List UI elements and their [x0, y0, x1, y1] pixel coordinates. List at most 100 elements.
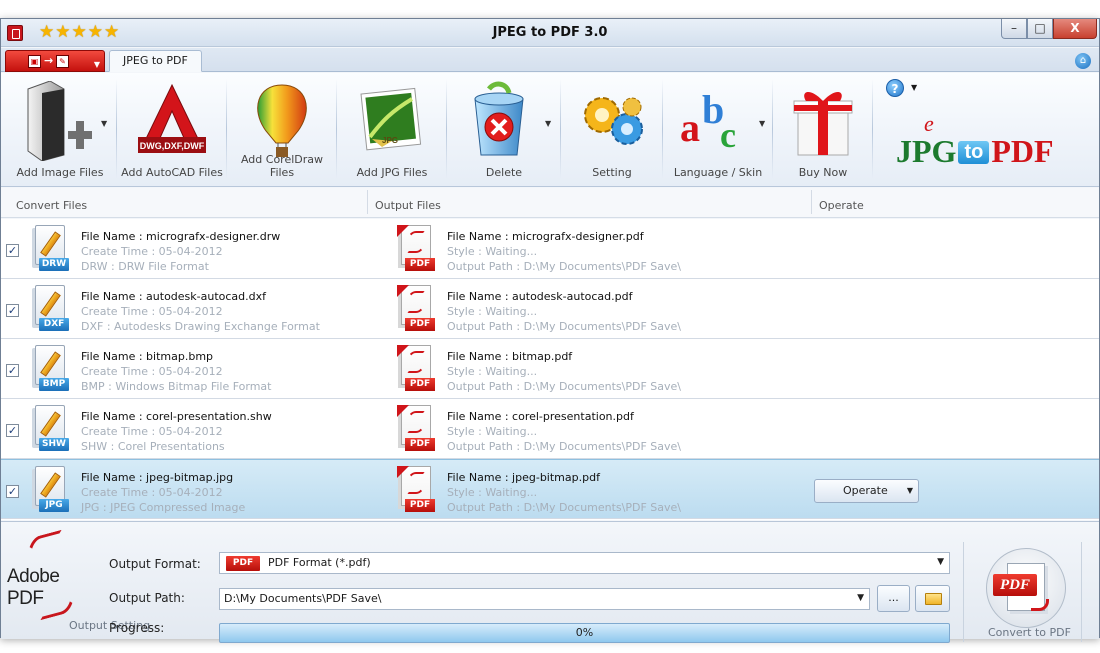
operate-button[interactable]: Operate ▼ — [814, 479, 919, 503]
setting-button[interactable]: Setting — [563, 77, 661, 183]
source-create-time: Create Time : 05-04-2012 — [81, 305, 223, 318]
source-create-time: Create Time : 05-04-2012 — [81, 245, 223, 258]
output-file-info: File Name : corel-presentation.pdf Style… — [447, 409, 681, 454]
toolbar-divider — [560, 79, 561, 179]
column-convert-files[interactable]: Convert Files — [16, 199, 87, 212]
row-checkbox[interactable]: ✓ — [6, 424, 19, 437]
close-button[interactable]: X — [1053, 19, 1097, 39]
output-style: Style : Waiting... — [447, 365, 538, 378]
output-settings-panel: Adobe PDF Output Setting Output Format: … — [1, 521, 1099, 643]
maximize-button[interactable]: □ — [1027, 19, 1053, 39]
output-file-info: File Name : bitmap.pdf Style : Waiting..… — [447, 349, 681, 394]
file-row[interactable]: ✓ DRW File Name : micrografx-designer.dr… — [1, 219, 1099, 279]
file-row-selected[interactable]: ✓ JPG File Name : jpeg-bitmap.jpg Create… — [1, 459, 1099, 519]
open-folder-button[interactable] — [915, 585, 950, 612]
home-icon[interactable]: ⌂ — [1075, 53, 1091, 69]
tab-jpeg-to-pdf[interactable]: JPEG to PDF — [109, 50, 202, 72]
help-icon[interactable]: ? — [886, 79, 904, 97]
convert-to-pdf-button[interactable]: PDF — [986, 548, 1066, 628]
output-file-info: File Name : autodesk-autocad.pdf Style :… — [447, 289, 681, 334]
app-menu-button[interactable]: ▣ → ✎ ▼ — [5, 50, 105, 72]
buy-now-button[interactable]: Buy Now — [775, 77, 871, 183]
source-file-name: File Name : corel-presentation.shw — [81, 410, 272, 423]
output-file-name: File Name : bitmap.pdf — [447, 350, 573, 363]
output-path-select[interactable]: D:\My Documents\PDF Save\ ▼ — [219, 588, 870, 610]
pdf-tag: PDF — [405, 499, 435, 512]
output-file-info: File Name : micrografx-designer.pdf Styl… — [447, 229, 681, 274]
source-file-type: DXF : Autodesks Drawing Exchange Format — [81, 320, 320, 333]
add-jpg-files-button[interactable]: JPG Add JPG Files — [339, 77, 445, 183]
source-file-icon: DXF — [31, 285, 73, 333]
source-create-time: Create Time : 05-04-2012 — [81, 425, 223, 438]
source-file-info: File Name : bitmap.bmp Create Time : 05-… — [81, 349, 272, 394]
output-path-value: D:\My Documents\PDF Save\ — [224, 592, 382, 605]
output-format-select[interactable]: PDF PDF Format (*.pdf) ▼ — [219, 552, 950, 574]
app-window: ★★★★★ JPEG to PDF 3.0 – □ X ▣ → ✎ ▼ JPEG… — [0, 18, 1100, 643]
output-path: Output Path : D:\My Documents\PDF Save\ — [447, 380, 682, 393]
row-checkbox[interactable]: ✓ — [6, 244, 19, 257]
pdf-file-icon: PDF — [397, 466, 439, 514]
chevron-down-icon[interactable]: ▼ — [857, 593, 864, 603]
source-file-name: File Name : autodesk-autocad.dxf — [81, 290, 267, 303]
output-file-name: File Name : autodesk-autocad.pdf — [447, 290, 633, 303]
row-checkbox[interactable]: ✓ — [6, 364, 19, 377]
ribbon-toolbar: ▼ Add Image Files DWG,DXF,DWF Add AutoCA… — [1, 73, 1099, 187]
minimize-button[interactable]: – — [1001, 19, 1027, 39]
logo-pdf: PDF — [991, 133, 1054, 169]
folder-icon — [925, 593, 942, 605]
add-coreldraw-files-button[interactable]: Add CorelDraw Files — [229, 77, 335, 183]
source-file-type: BMP : Windows Bitmap File Format — [81, 380, 272, 393]
source-create-time: Create Time : 05-04-2012 — [81, 365, 223, 378]
chevron-down-icon[interactable]: ▼ — [911, 83, 917, 92]
toolbar-divider — [772, 79, 773, 179]
add-image-files-button[interactable]: ▼ Add Image Files — [9, 77, 111, 183]
column-operate[interactable]: Operate — [819, 199, 864, 212]
language-skin-button[interactable]: a b c ▼ Language / Skin — [665, 77, 771, 183]
chevron-down-icon[interactable]: ▼ — [101, 119, 107, 128]
adobe-logo-text: Adobe PDF — [7, 566, 60, 609]
chevron-down-icon[interactable]: ▼ — [545, 119, 551, 128]
toolbar-divider — [116, 79, 117, 179]
pdf-format-badge: PDF — [226, 556, 260, 571]
output-file-name: File Name : jpeg-bitmap.pdf — [447, 471, 600, 484]
output-file-info: File Name : jpeg-bitmap.pdf Style : Wait… — [447, 470, 681, 515]
file-type-tag: JPG — [39, 499, 69, 512]
toolbar-divider — [662, 79, 663, 179]
source-file-type: JPG : JPEG Compressed Image — [81, 501, 246, 514]
column-divider — [367, 190, 368, 214]
source-file-icon: DRW — [31, 225, 73, 273]
toolbar-label: Setting — [592, 166, 632, 179]
panel-divider — [1081, 542, 1082, 642]
column-output-files[interactable]: Output Files — [375, 199, 441, 212]
source-file-type: SHW : Corel Presentations — [81, 440, 225, 453]
source-file-info: File Name : jpeg-bitmap.jpg Create Time … — [81, 470, 245, 515]
column-divider — [811, 190, 812, 214]
file-row[interactable]: ✓ DXF File Name : autodesk-autocad.dxf C… — [1, 279, 1099, 339]
output-path: Output Path : D:\My Documents\PDF Save\ — [447, 260, 682, 273]
source-file-name: File Name : jpeg-bitmap.jpg — [81, 471, 234, 484]
source-file-name: File Name : bitmap.bmp — [81, 350, 214, 363]
delete-button[interactable]: ▼ Delete — [449, 77, 559, 183]
file-row[interactable]: ✓ BMP File Name : bitmap.bmp Create Time… — [1, 339, 1099, 399]
progress-bar: 0% — [219, 623, 950, 643]
pdf-badge: PDF — [993, 574, 1037, 596]
file-row[interactable]: ✓ SHW File Name : corel-presentation.shw… — [1, 399, 1099, 459]
row-checkbox[interactable]: ✓ — [6, 304, 19, 317]
chevron-down-icon[interactable]: ▼ — [759, 119, 765, 128]
source-create-time: Create Time : 05-04-2012 — [81, 486, 223, 499]
abc-icon: a b c — [680, 87, 736, 155]
add-autocad-files-button[interactable]: DWG,DXF,DWF Add AutoCAD Files — [119, 77, 225, 183]
source-file-type: DRW : DRW File Format — [81, 260, 209, 273]
pdf-tag: PDF — [405, 258, 435, 271]
pdf-file-icon: PDF — [397, 345, 439, 393]
browse-button[interactable]: ... — [877, 585, 910, 612]
output-path: Output Path : D:\My Documents\PDF Save\ — [447, 501, 682, 514]
source-file-info: File Name : autodesk-autocad.dxf Create … — [81, 289, 320, 334]
file-type-tag: SHW — [39, 438, 69, 451]
row-checkbox[interactable]: ✓ — [6, 485, 19, 498]
toolbar-label: Language / Skin — [673, 166, 763, 179]
chevron-down-icon[interactable]: ▼ — [937, 557, 944, 567]
pdf-tag: PDF — [405, 378, 435, 391]
output-path: Output Path : D:\My Documents\PDF Save\ — [447, 320, 682, 333]
source-file-icon: JPG — [31, 466, 73, 514]
